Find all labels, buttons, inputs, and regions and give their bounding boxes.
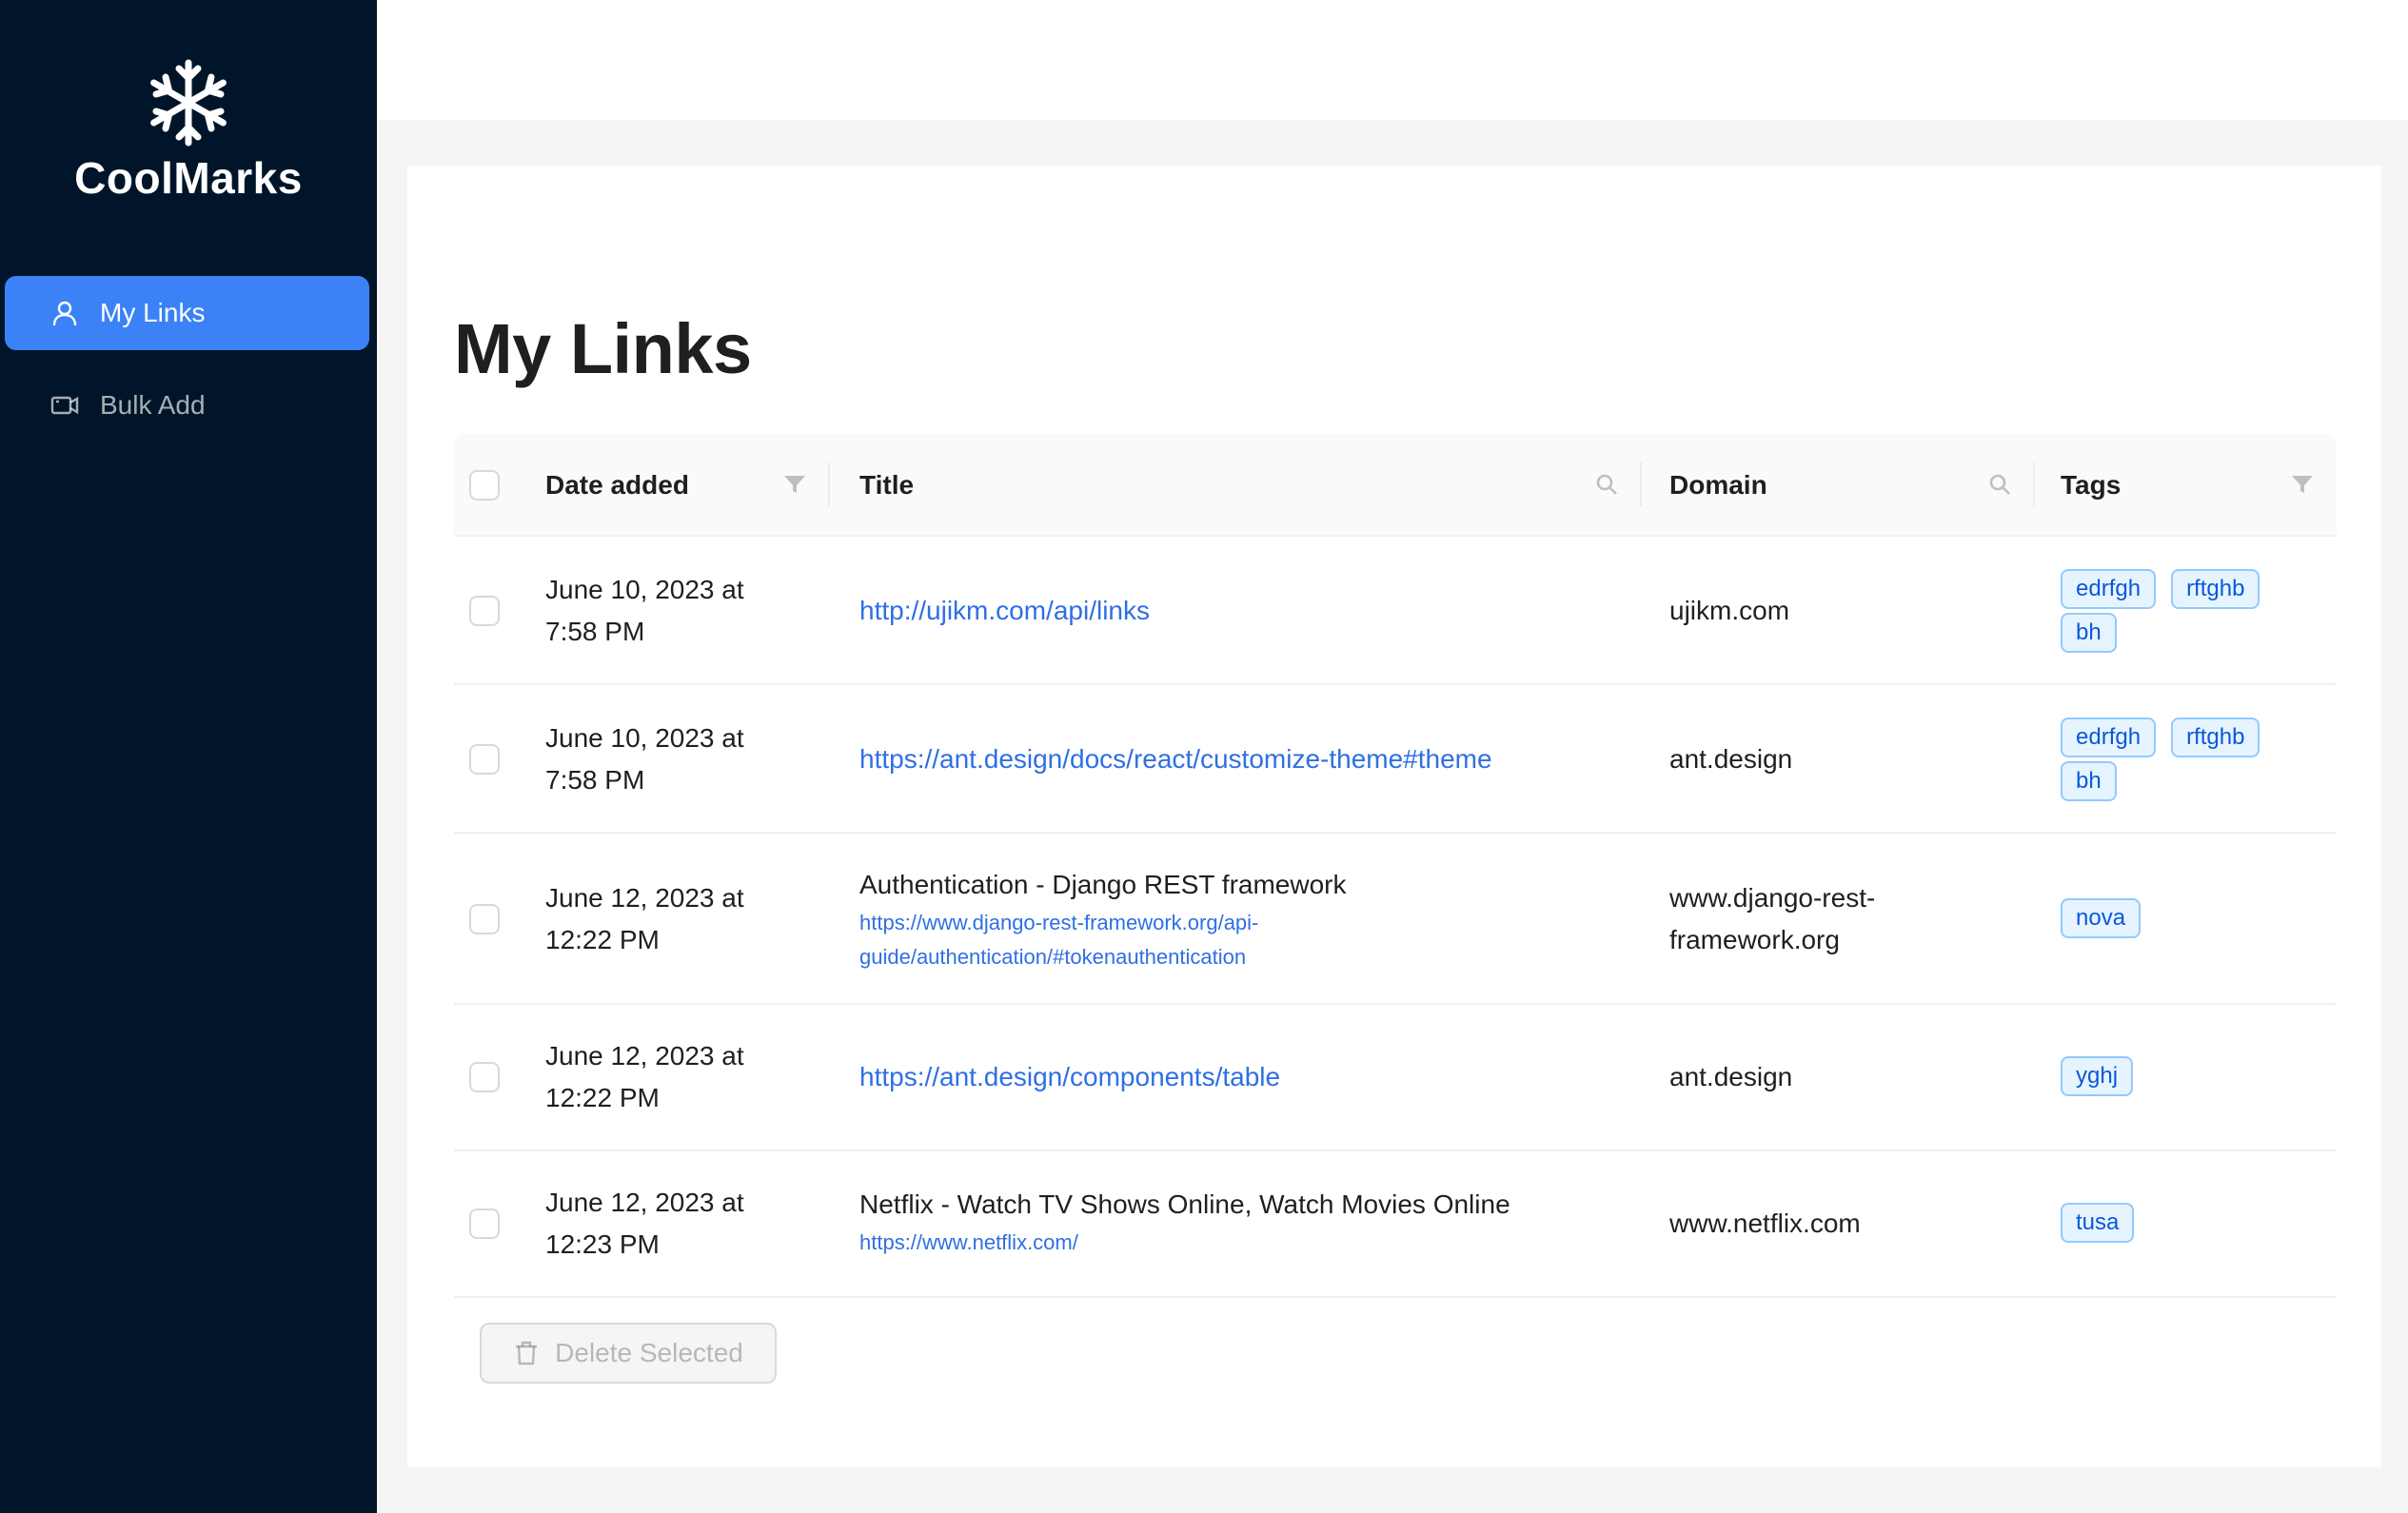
sidebar-item-bulk-add[interactable]: Bulk Add	[5, 368, 369, 442]
tag: rftghb	[2171, 569, 2260, 609]
tag: bh	[2061, 613, 2117, 653]
table-row[interactable]: June 12, 2023 at 12:22 PM https://ant.de…	[454, 1005, 2337, 1151]
delete-selected-button[interactable]: Delete Selected	[480, 1323, 777, 1384]
snowflake-icon	[150, 59, 227, 147]
tags-cell: tusa	[2061, 1203, 2318, 1247]
app-name: CoolMarks	[74, 153, 303, 203]
row-checkbox[interactable]	[469, 1208, 500, 1239]
row-checkbox[interactable]	[469, 1062, 500, 1092]
table-header: Date added Title Domain Tags	[454, 434, 2337, 537]
date-cell: June 10, 2023 at 7:58 PM	[545, 717, 783, 801]
time-text: 7:58 PM	[545, 765, 645, 795]
top-header	[377, 0, 2408, 120]
tag: edrfgh	[2061, 717, 2157, 757]
search-icon[interactable]	[1985, 470, 2014, 499]
date-text: June 12, 2023 at	[545, 1188, 744, 1217]
title-cell: http://ujikm.com/api/links	[859, 590, 1640, 632]
link-url[interactable]: https://www.netflix.com/	[859, 1226, 1640, 1260]
select-all-checkbox[interactable]	[469, 470, 500, 501]
tag: tusa	[2061, 1203, 2135, 1243]
column-header-date[interactable]: Date added	[545, 434, 689, 537]
filter-icon[interactable]	[2288, 470, 2317, 499]
tags-cell: edrfgh rftghb bh	[2061, 569, 2318, 657]
date-cell: June 10, 2023 at 7:58 PM	[545, 569, 783, 653]
page-title: My Links	[454, 309, 752, 388]
title-cell: Netflix - Watch TV Shows Online, Watch M…	[859, 1184, 1640, 1260]
date-cell: June 12, 2023 at 12:23 PM	[545, 1182, 783, 1266]
table-row[interactable]: June 10, 2023 at 7:58 PM https://ant.des…	[454, 685, 2337, 834]
sidebar-item-label: My Links	[100, 298, 206, 327]
link-url-line: https://www.django-rest-framework.org/ap…	[859, 911, 1259, 934]
row-checkbox[interactable]	[469, 596, 500, 626]
date-text: June 10, 2023 at	[545, 723, 744, 753]
table-row[interactable]: June 12, 2023 at 12:22 PM Authentication…	[454, 834, 2337, 1005]
date-cell: June 12, 2023 at 12:22 PM	[545, 1035, 783, 1119]
app-logo[interactable]: CoolMarks	[0, 57, 377, 204]
tags-cell: nova	[2061, 898, 2318, 942]
date-text: June 12, 2023 at	[545, 1041, 744, 1071]
time-text: 12:22 PM	[545, 1083, 660, 1112]
date-cell: June 12, 2023 at 12:22 PM	[545, 877, 783, 961]
tag: rftghb	[2171, 717, 2260, 757]
column-divider	[2033, 462, 2035, 506]
link-title: Authentication - Django REST framework	[859, 870, 1347, 899]
tag: nova	[2061, 898, 2142, 938]
sidebar: CoolMarks My Links Bulk Add	[0, 0, 377, 1513]
tags-cell: yghj	[2061, 1056, 2318, 1100]
title-cell: Authentication - Django REST framework h…	[859, 864, 1640, 974]
tag: edrfgh	[2061, 569, 2157, 609]
column-divider	[1640, 462, 1642, 506]
column-header-title[interactable]: Title	[859, 434, 914, 537]
table-row[interactable]: June 10, 2023 at 7:58 PM http://ujikm.co…	[454, 537, 2337, 685]
user-icon	[50, 299, 79, 327]
filter-icon[interactable]	[780, 470, 809, 499]
tags-cell: edrfgh rftghb bh	[2061, 717, 2318, 805]
time-text: 12:23 PM	[545, 1229, 660, 1259]
row-checkbox[interactable]	[469, 744, 500, 775]
time-text: 12:22 PM	[545, 925, 660, 954]
time-text: 7:58 PM	[545, 617, 645, 646]
column-header-tags[interactable]: Tags	[2061, 434, 2121, 537]
video-camera-icon	[50, 391, 79, 420]
link-url[interactable]: https://ant.design/docs/react/customize-…	[859, 744, 1492, 774]
domain-cell: ant.design	[1669, 1062, 1793, 1091]
main-content: My Links Date added Title Domain Tags Ju…	[407, 166, 2381, 1467]
links-table: Date added Title Domain Tags June 10, 20…	[454, 434, 2337, 1298]
title-cell: https://ant.design/components/table	[859, 1056, 1640, 1098]
column-header-domain[interactable]: Domain	[1669, 434, 1767, 537]
tag: bh	[2061, 761, 2117, 801]
title-cell: https://ant.design/docs/react/customize-…	[859, 738, 1640, 780]
date-text: June 12, 2023 at	[545, 883, 744, 913]
search-icon[interactable]	[1592, 470, 1621, 499]
domain-cell: www.django-rest- framework.org	[1669, 877, 1936, 961]
domain-cell: www.netflix.com	[1669, 1208, 1861, 1238]
trash-icon	[516, 1341, 538, 1366]
link-url[interactable]: https://ant.design/components/table	[859, 1062, 1280, 1091]
domain-cell: ant.design	[1669, 744, 1793, 774]
domain-cell: ujikm.com	[1669, 596, 1790, 625]
column-divider	[828, 462, 830, 506]
link-url[interactable]: https://www.django-rest-framework.org/ap…	[859, 906, 1640, 974]
domain-text: www.django-rest-	[1669, 883, 1876, 913]
domain-text: framework.org	[1669, 925, 1840, 954]
date-text: June 10, 2023 at	[545, 575, 744, 604]
sidebar-item-my-links[interactable]: My Links	[5, 276, 369, 350]
row-checkbox[interactable]	[469, 904, 500, 934]
table-row[interactable]: June 12, 2023 at 12:23 PM Netflix - Watc…	[454, 1151, 2337, 1298]
link-url[interactable]: http://ujikm.com/api/links	[859, 596, 1150, 625]
tag: yghj	[2061, 1056, 2134, 1096]
link-title: Netflix - Watch TV Shows Online, Watch M…	[859, 1189, 1510, 1219]
delete-button-label: Delete Selected	[555, 1338, 743, 1367]
sidebar-item-label: Bulk Add	[100, 390, 206, 420]
link-url-line: guide/authentication/#tokenauthenticatio…	[859, 945, 1247, 969]
